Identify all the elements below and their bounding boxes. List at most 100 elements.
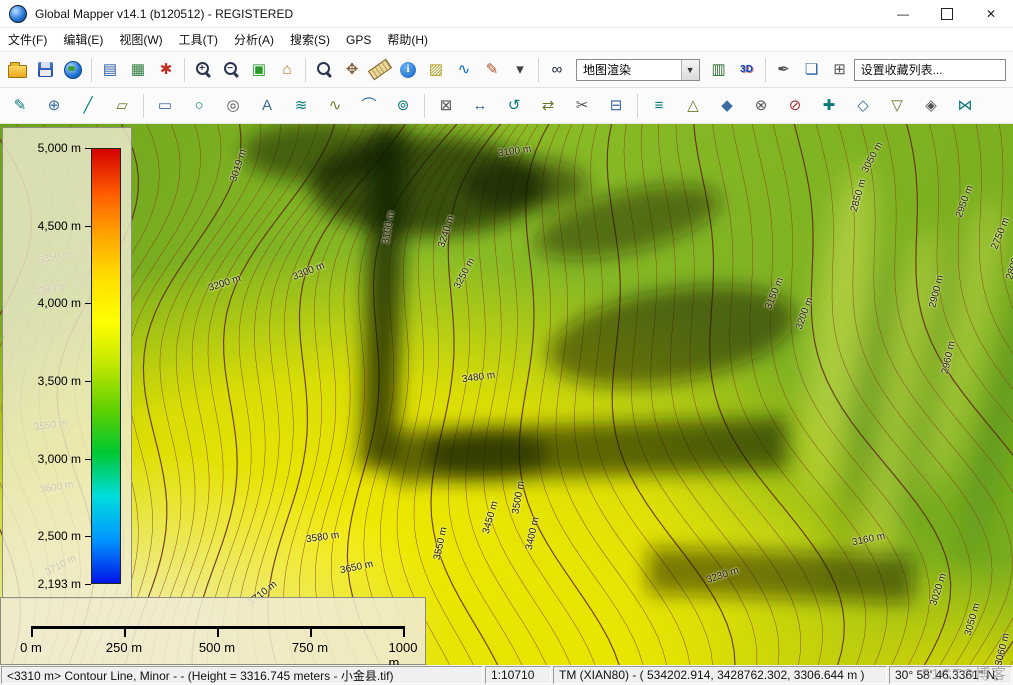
shader-options-icon[interactable]: ▥ (706, 56, 732, 84)
create-circle-icon[interactable]: ○ (184, 92, 214, 120)
paste-feature-icon[interactable]: ⊗ (746, 92, 776, 120)
print-icon[interactable]: ⊞ (827, 56, 853, 84)
favorites-list-label: 设置收藏列表... (861, 61, 943, 78)
scale-label: 250 m (106, 640, 142, 655)
find-features-icon[interactable]: ∞ (544, 56, 570, 84)
menu-file[interactable]: 文件(F) (0, 31, 55, 48)
download-online-imagery-icon[interactable] (60, 56, 86, 84)
path-profile-tool-icon[interactable]: ∿ (451, 56, 477, 84)
contour-label: 2850 m (849, 178, 869, 213)
menu-edit[interactable]: 编辑(E) (55, 31, 111, 48)
contour-label: 3500 m (510, 480, 527, 515)
undo-edit-icon[interactable]: ✚ (814, 92, 844, 120)
legend-label: 2,500 m (9, 529, 81, 543)
open-file-icon[interactable] (4, 56, 30, 84)
create-point-icon[interactable]: ⊕ (39, 92, 69, 120)
magm-glyph: − (223, 61, 240, 78)
contour-label: 3230 m (705, 565, 740, 586)
contour-label: 3450 m (481, 500, 501, 535)
contour-label: 3100 m (497, 144, 532, 160)
scale-label: 0 m (20, 640, 42, 655)
zoom-in-icon[interactable]: + (190, 56, 216, 84)
zoom-to-scale-icon[interactable]: ⌂ (274, 56, 300, 84)
join-lines-icon[interactable]: ◈ (916, 92, 946, 120)
title-bar: Global Mapper v14.1 (b120512) - REGISTER… (0, 0, 1013, 28)
menu-tools[interactable]: 工具(T) (171, 31, 226, 48)
status-bar: <3310 m> Contour Line, Minor - - (Height… (0, 665, 1013, 685)
more-tools-icon[interactable]: ▾ (507, 56, 533, 84)
favorites-list-box[interactable]: 设置收藏列表... (854, 59, 1006, 81)
maximize-button[interactable] (925, 0, 969, 27)
script-editor-icon[interactable]: ✒ (771, 56, 797, 84)
create-arc-icon[interactable]: ⌒ (354, 92, 384, 120)
contour-label: 3160 m (851, 531, 886, 549)
digitizer-tool-icon[interactable]: ✎ (479, 56, 505, 84)
scale-feature-icon[interactable]: ⇄ (533, 92, 563, 120)
select-features-icon[interactable]: ◇ (848, 92, 878, 120)
create-spline-icon[interactable]: ∿ (320, 92, 350, 120)
close-button[interactable]: ✕ (969, 0, 1013, 27)
menu-bar: 文件(F)编辑(E)视图(W)工具(T)分析(A)搜索(S)GPS帮助(H) (0, 28, 1013, 52)
legend-label: 4,500 m (9, 219, 81, 233)
copy-feature-icon[interactable]: ◆ (712, 92, 742, 120)
create-line-icon[interactable]: ╱ (73, 92, 103, 120)
chevron-down-icon[interactable]: ▼ (681, 60, 699, 80)
status-projection-coords: TM (XIAN80) - ( 534202.914, 3428762.302,… (553, 666, 887, 684)
create-range-rings-icon[interactable]: ◎ (218, 92, 248, 120)
create-text-icon[interactable]: A (252, 92, 282, 120)
snap-toggle-icon[interactable]: ≡ (644, 92, 674, 120)
mag-glyph (316, 61, 333, 78)
cut-area-icon[interactable]: ✂ (567, 92, 597, 120)
contour-label: 3650 m (339, 559, 374, 577)
attribute-edit-icon[interactable]: △ (678, 92, 708, 120)
view-3d-icon[interactable]: 3D (734, 56, 760, 84)
digitizer-edit-icon[interactable]: ✎ (5, 92, 35, 120)
maximize-icon (941, 8, 953, 20)
legend-label: 3,500 m (9, 374, 81, 388)
contour-label: 3580 m (305, 530, 340, 546)
overlay-control-center-icon[interactable]: ▦ (125, 56, 151, 84)
create-buffer-icon[interactable]: ⊚ (388, 92, 418, 120)
zoom-tool-icon[interactable] (311, 56, 337, 84)
magp-glyph: + (195, 61, 212, 78)
map-layout-icon[interactable]: ❏ (799, 56, 825, 84)
menu-gps[interactable]: GPS (338, 33, 379, 47)
pan-tool-icon[interactable]: ✥ (339, 56, 365, 84)
full-view-icon[interactable]: ▣ (246, 56, 272, 84)
minimize-button[interactable]: — (881, 0, 925, 27)
measure-digitizer-icon[interactable]: ⋈ (950, 92, 980, 120)
menu-help[interactable]: 帮助(H) (379, 31, 436, 48)
combine-areas-icon[interactable]: ⊟ (601, 92, 631, 120)
main-toolbar: ▤▦✱ +−▣⌂ ✥ i▨∿✎▾ ∞ 地图渲染 ▼ ▥3D ✒❏⊞ 设置收藏列表... (0, 52, 1013, 88)
split-line-icon[interactable]: ▽ (882, 92, 912, 120)
app-icon (9, 5, 27, 23)
contour-label: 3240 m (436, 214, 457, 249)
open-data-files-icon[interactable]: ▤ (97, 56, 123, 84)
legend-tick (85, 381, 91, 382)
menu-view[interactable]: 视图(W) (111, 31, 170, 48)
configuration-icon[interactable]: ✱ (153, 56, 179, 84)
move-feature-icon[interactable]: ↔ (465, 92, 495, 120)
feature-info-tool-icon[interactable]: i (395, 56, 421, 84)
contour-label: 2960 m (940, 340, 958, 375)
contour-label: 2950 m (954, 184, 976, 219)
rotate-feature-icon[interactable]: ↺ (499, 92, 529, 120)
view-mode-combobox[interactable]: 地图渲染 ▼ (576, 59, 700, 81)
trace-line-icon[interactable]: ≋ (286, 92, 316, 120)
elevation-legend: 5,000 m4,500 m4,000 m3,500 m3,000 m2,500… (2, 127, 132, 599)
menu-analysis[interactable]: 分析(A) (226, 31, 282, 48)
zoom-out-icon[interactable]: − (218, 56, 244, 84)
legend-tick (85, 226, 91, 227)
menu-search[interactable]: 搜索(S) (282, 31, 338, 48)
vertex-edit-icon[interactable]: ⊠ (431, 92, 461, 120)
contour-label: 3480 m (461, 370, 496, 386)
save-workspace-icon[interactable] (32, 56, 58, 84)
create-area-icon[interactable]: ▱ (107, 92, 137, 120)
measure-tool-icon[interactable] (367, 56, 393, 84)
toolbar-separator (143, 94, 144, 118)
map-view[interactable]: 3019 m3100 m3050 m2950 m2850 m2750 m2800… (0, 124, 1013, 665)
color-picker-tool-icon[interactable]: ▨ (423, 56, 449, 84)
contour-label: 3150 m (763, 276, 786, 311)
delete-feature-icon[interactable]: ⊘ (780, 92, 810, 120)
create-rectangle-icon[interactable]: ▭ (150, 92, 180, 120)
